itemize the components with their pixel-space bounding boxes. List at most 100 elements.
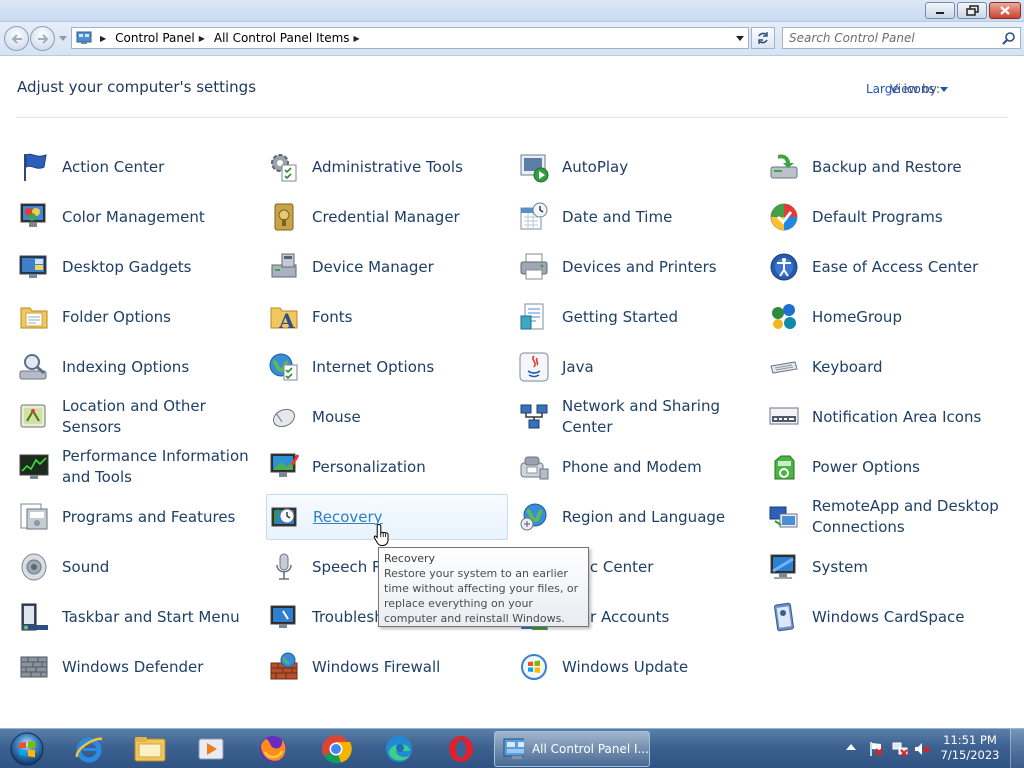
cp-item-autoplay[interactable]: AutoPlay — [516, 144, 758, 190]
indexing-icon[interactable] — [18, 351, 50, 383]
cp-item-label[interactable]: Keyboard — [812, 357, 883, 378]
cp-item-label[interactable]: Mouse — [312, 407, 361, 428]
microphone-icon[interactable] — [268, 551, 300, 583]
phone-modem-icon[interactable] — [518, 451, 550, 483]
search-icon[interactable] — [1002, 31, 1016, 45]
show-hidden-icons-icon[interactable] — [846, 743, 856, 751]
programs-icon[interactable] — [18, 501, 50, 533]
taskbar-control-panel-window[interactable]: All Control Panel I... — [494, 731, 650, 767]
cp-item-label[interactable]: Java — [562, 357, 594, 378]
refresh-button[interactable] — [751, 27, 775, 49]
folder-icon[interactable] — [18, 301, 50, 333]
recovery-icon[interactable] — [269, 502, 301, 534]
cp-item-label[interactable]: Administrative Tools — [312, 157, 463, 178]
breadcrumb-separator-icon[interactable]: ▶ — [199, 34, 205, 43]
cp-item-network-and-sharing-center[interactable]: Network and Sharing Center — [516, 394, 758, 440]
cp-item-administrative-tools[interactable]: Administrative Tools — [266, 144, 508, 190]
cp-item-date-and-time[interactable]: Date and Time — [516, 194, 758, 240]
cp-item-label[interactable]: Windows CardSpace — [812, 607, 965, 628]
fonts-folder-icon[interactable]: A — [268, 301, 300, 333]
cp-item-label[interactable]: Action Center — [62, 157, 164, 178]
cp-item-folder-options[interactable]: Folder Options — [16, 294, 258, 340]
cp-item-indexing-options[interactable]: Indexing Options — [16, 344, 258, 390]
cp-item-mouse[interactable]: Mouse — [266, 394, 508, 440]
taskbar-edge[interactable] — [374, 732, 424, 766]
cp-item-label[interactable]: Device Manager — [312, 257, 434, 278]
cp-item-fonts[interactable]: A Fonts — [266, 294, 508, 340]
cardspace-icon[interactable] — [768, 601, 800, 633]
cp-item-label[interactable]: Phone and Modem — [562, 457, 702, 478]
cp-item-label[interactable]: RemoteApp and Desktop Connections — [812, 496, 1008, 538]
cp-item-label[interactable]: Folder Options — [62, 307, 171, 328]
firewall-icon[interactable] — [268, 651, 300, 683]
default-programs-icon[interactable] — [768, 201, 800, 233]
notification-area-icon[interactable] — [768, 401, 800, 433]
speaker-icon[interactable] — [18, 551, 50, 583]
clock-time[interactable]: 11:51 PM — [934, 733, 1006, 748]
cp-item-label[interactable]: HomeGroup — [812, 307, 902, 328]
cp-item-label[interactable]: System — [812, 557, 868, 578]
cp-item-default-programs[interactable]: Default Programs — [766, 194, 1008, 240]
breadcrumb-control-panel[interactable]: Control Panel — [115, 31, 195, 45]
personalization-icon[interactable] — [268, 451, 300, 483]
taskbar-icon[interactable] — [18, 601, 50, 633]
search-box[interactable] — [782, 27, 1021, 49]
cp-item-label[interactable]: Indexing Options — [62, 357, 189, 378]
taskbar-firefox[interactable] — [248, 732, 298, 766]
performance-icon[interactable] — [18, 451, 50, 483]
cp-item-location-and-other-sensors[interactable]: Location and Other Sensors — [16, 394, 258, 440]
cp-item-region-and-language[interactable]: Region and Language — [516, 494, 758, 540]
cp-item-label[interactable]: Notification Area Icons — [812, 407, 981, 428]
autoplay-icon[interactable] — [518, 151, 550, 183]
remoteapp-icon[interactable] — [768, 501, 800, 533]
taskbar-window-label[interactable]: All Control Panel I... — [532, 742, 649, 756]
taskbar-media-player[interactable] — [186, 732, 236, 766]
cp-item-label[interactable]: Ease of Access Center — [812, 257, 978, 278]
cp-item-label[interactable]: Windows Firewall — [312, 657, 440, 678]
cp-item-keyboard[interactable]: Keyboard — [766, 344, 1008, 390]
cp-item-label[interactable]: Fonts — [312, 307, 352, 328]
cp-item-desktop-gadgets[interactable]: Desktop Gadgets — [16, 244, 258, 290]
cp-item-color-management[interactable]: Color Management — [16, 194, 258, 240]
gadgets-icon[interactable] — [18, 251, 50, 283]
mouse-icon[interactable] — [268, 401, 300, 433]
power-icon[interactable] — [768, 451, 800, 483]
network-status-icon[interactable] — [892, 741, 908, 757]
show-desktop-button[interactable] — [1010, 729, 1024, 768]
cp-item-label[interactable]: Internet Options — [312, 357, 434, 378]
cp-item-power-options[interactable]: Power Options — [766, 444, 1008, 490]
taskbar-file-explorer[interactable] — [125, 732, 175, 766]
cp-item-windows-cardspace[interactable]: Windows CardSpace — [766, 594, 1008, 640]
breadcrumb-separator-icon[interactable]: ▶ — [354, 34, 360, 43]
cp-item-windows-defender[interactable]: Windows Defender — [16, 644, 258, 690]
admin-tools-icon[interactable] — [268, 151, 300, 183]
cp-item-devices-and-printers[interactable]: Devices and Printers — [516, 244, 758, 290]
volume-muted-icon[interactable] — [914, 741, 930, 757]
cp-item-label[interactable]: Windows Update — [562, 657, 688, 678]
breadcrumb[interactable]: ▶ Control Panel ▶ All Control Panel Item… — [71, 27, 749, 49]
taskbar-chrome[interactable] — [311, 732, 361, 766]
ease-of-access-icon[interactable] — [768, 251, 800, 283]
close-button[interactable] — [989, 2, 1021, 19]
cp-item-label[interactable]: Windows Defender — [62, 657, 203, 678]
globe-icon[interactable] — [518, 501, 550, 533]
action-center-flag-icon[interactable] — [868, 741, 884, 757]
cp-item-label[interactable]: Performance Information and Tools — [62, 446, 258, 488]
cp-item-windows-firewall[interactable]: Windows Firewall — [266, 644, 508, 690]
cp-item-label[interactable]: Network and Sharing Center — [562, 396, 758, 438]
cp-item-ease-of-access-center[interactable]: Ease of Access Center — [766, 244, 1008, 290]
restore-button[interactable] — [957, 2, 987, 19]
cp-item-credential-manager[interactable]: Credential Manager — [266, 194, 508, 240]
cp-item-label[interactable]: Date and Time — [562, 207, 672, 228]
internet-options-icon[interactable] — [268, 351, 300, 383]
back-button[interactable] — [4, 26, 29, 51]
getting-started-icon[interactable] — [518, 301, 550, 333]
cp-item-label[interactable]: Default Programs — [812, 207, 943, 228]
windows-update-icon[interactable] — [518, 651, 550, 683]
cp-item-action-center[interactable]: Action Center — [16, 144, 258, 190]
recent-pages-button[interactable] — [58, 33, 68, 43]
address-history-dropdown[interactable] — [734, 32, 746, 44]
cp-item-internet-options[interactable]: Internet Options — [266, 344, 508, 390]
forward-button[interactable] — [30, 26, 55, 51]
taskbar-opera[interactable] — [436, 732, 486, 766]
